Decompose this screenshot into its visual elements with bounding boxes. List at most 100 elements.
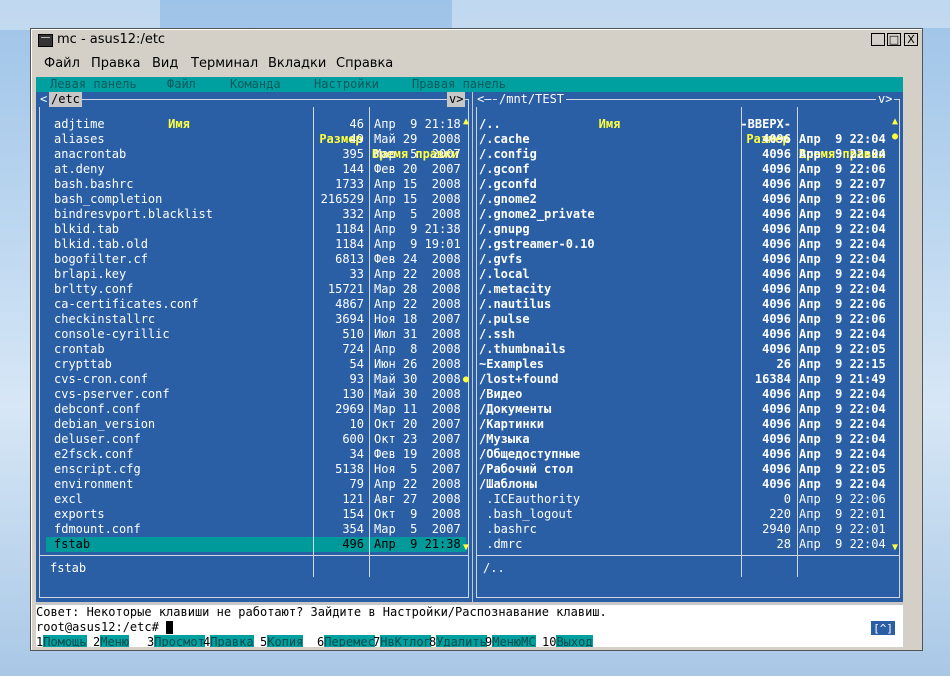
file-row[interactable]: brlapi.key 33 Апр 22 2008 bbox=[46, 267, 466, 282]
file-row[interactable]: at.deny 144 Фев 20 2007 bbox=[46, 162, 466, 177]
file-size: 3694 bbox=[335, 312, 364, 326]
file-row[interactable]: fdmount.conf 354 Мар 5 2007 bbox=[46, 522, 466, 537]
file-row[interactable]: /.nautilus 4096 Апр 9 22:06 bbox=[477, 297, 892, 312]
fkey-label: Выход bbox=[556, 635, 593, 647]
file-row[interactable]: /.gnome2 4096 Апр 9 22:06 bbox=[477, 192, 892, 207]
file-row[interactable]: /.thumbnails 4096 Апр 9 22:05 bbox=[477, 342, 892, 357]
file-row[interactable]: /Картинки 4096 Апр 9 22:04 bbox=[477, 417, 892, 432]
menu-file[interactable]: Файл bbox=[44, 56, 80, 71]
file-row[interactable]: .bashrc 2940 Апр 9 22:01 bbox=[477, 522, 892, 537]
file-row[interactable]: .dmrc 28 Апр 9 22:04 bbox=[477, 537, 892, 552]
file-row[interactable]: fstab 496 Апр 9 21:38 bbox=[46, 537, 466, 552]
file-row[interactable]: ~Examples 26 Апр 9 22:15 bbox=[477, 357, 892, 372]
file-row[interactable]: /Шаблоны 4096 Апр 9 22:04 bbox=[477, 477, 892, 492]
file-row[interactable]: adjtime 46 Апр 9 21:18 bbox=[46, 117, 466, 132]
file-row[interactable]: /lost+found 16384 Апр 9 21:49 bbox=[477, 372, 892, 387]
fkey-8-button[interactable]: 8Удалить bbox=[429, 635, 487, 647]
file-row[interactable]: exports 154 Окт 9 2008 bbox=[46, 507, 466, 522]
file-row[interactable]: cvs-cron.conf 93 Май 30 2008 bbox=[46, 372, 466, 387]
minimize-button[interactable]: _ bbox=[871, 33, 885, 46]
right-panel[interactable]: <— /mnt/TEST v> Имя Размер Время правки … bbox=[473, 92, 903, 602]
file-row[interactable]: console-cyrillic 510 Июл 31 2008 bbox=[46, 327, 466, 342]
command-history-button[interactable]: [^] bbox=[871, 621, 895, 636]
mc-menu-options[interactable]: Настройки bbox=[314, 77, 379, 92]
file-row[interactable]: /.gnome2_private 4096 Апр 9 22:04 bbox=[477, 207, 892, 222]
fkey-7-button[interactable]: 7НвКтлог bbox=[373, 635, 431, 647]
file-row[interactable]: anacrontab 395 Мар 5 2007 bbox=[46, 147, 466, 162]
file-row[interactable]: /Музыка 4096 Апр 9 22:04 bbox=[477, 432, 892, 447]
scroll-up-arrow-icon[interactable]: ▲ bbox=[463, 114, 471, 129]
file-row[interactable]: /Общедоступные 4096 Апр 9 22:04 bbox=[477, 447, 892, 462]
file-row[interactable]: ca-certificates.conf 4867 Апр 22 2008 bbox=[46, 297, 466, 312]
file-row[interactable]: blkid.tab 1184 Апр 9 21:38 bbox=[46, 222, 466, 237]
file-row[interactable]: deluser.conf 600 Окт 23 2007 bbox=[46, 432, 466, 447]
file-row[interactable]: /.config 4096 Апр 9 22:04 bbox=[477, 147, 892, 162]
file-row[interactable]: bash.bashrc 1733 Апр 15 2008 bbox=[46, 177, 466, 192]
menu-tabs[interactable]: Вкладки bbox=[268, 56, 326, 71]
file-row[interactable]: /.gvfs 4096 Апр 9 22:04 bbox=[477, 252, 892, 267]
file-row[interactable]: excl 121 Авг 27 2008 bbox=[46, 492, 466, 507]
file-row[interactable]: /.metacity 4096 Апр 9 22:04 bbox=[477, 282, 892, 297]
scroll-up-arrow-icon[interactable]: ▲ bbox=[892, 114, 900, 129]
file-row[interactable]: /.local 4096 Апр 9 22:04 bbox=[477, 267, 892, 282]
menu-terminal[interactable]: Терминал bbox=[191, 56, 258, 71]
scroll-down-arrow-icon[interactable]: ▼ bbox=[463, 540, 471, 555]
file-row[interactable]: aliases 49 Май 29 2008 bbox=[46, 132, 466, 147]
file-row[interactable]: /.. -ВВЕРХ- bbox=[477, 117, 892, 132]
mc-menu-left-panel[interactable]: Левая панель bbox=[50, 77, 137, 92]
file-row[interactable]: /Видео 4096 Апр 9 22:04 bbox=[477, 387, 892, 402]
file-size: 154 bbox=[342, 507, 364, 521]
menu-help[interactable]: Справка bbox=[336, 56, 393, 71]
fkey-1-button[interactable]: 1Помощь bbox=[36, 635, 87, 647]
file-row[interactable]: environment 79 Апр 22 2008 bbox=[46, 477, 466, 492]
file-row[interactable]: .ICEauthority 0 Апр 9 22:06 bbox=[477, 492, 892, 507]
mc-menu-right-panel[interactable]: Правая панель bbox=[412, 77, 506, 92]
file-name: /Музыка bbox=[479, 432, 530, 446]
fkey-9-button[interactable]: 9МенюМС bbox=[485, 635, 536, 647]
command-line[interactable]: root@asus12:/etc# [^] bbox=[36, 620, 903, 636]
scroll-thumb-icon[interactable]: ● bbox=[892, 129, 900, 144]
file-row[interactable]: e2fsck.conf 34 Фев 19 2008 bbox=[46, 447, 466, 462]
file-row[interactable]: /.gnupg 4096 Апр 9 22:04 bbox=[477, 222, 892, 237]
file-size: 4096 bbox=[762, 312, 791, 326]
mc-menu-file[interactable]: Файл bbox=[167, 77, 196, 92]
fkey-10-button[interactable]: 10Выход bbox=[542, 635, 593, 647]
file-row[interactable]: checkinstallrc 3694 Ноя 18 2007 bbox=[46, 312, 466, 327]
file-row[interactable]: /.ssh 4096 Апр 9 22:04 bbox=[477, 327, 892, 342]
file-row[interactable]: crypttab 54 Июн 26 2008 bbox=[46, 357, 466, 372]
fkey-2-button[interactable]: 2Меню bbox=[93, 635, 130, 647]
fkey-5-button[interactable]: 5Копия bbox=[260, 635, 304, 647]
file-row[interactable]: /Документы 4096 Апр 9 22:04 bbox=[477, 402, 892, 417]
file-row[interactable]: /.pulse 4096 Апр 9 22:06 bbox=[477, 312, 892, 327]
file-row[interactable]: /.gconfd 4096 Апр 9 22:07 bbox=[477, 177, 892, 192]
title-bar[interactable]: mc - asus12:/etc _ □ X bbox=[32, 30, 921, 50]
left-panel[interactable]: < /etc v> Имя Размер Время правки adjtim… bbox=[36, 92, 472, 602]
menu-view[interactable]: Вид bbox=[152, 56, 178, 71]
file-row[interactable]: /.gstreamer-0.10 4096 Апр 9 22:04 bbox=[477, 237, 892, 252]
file-row[interactable]: cvs-pserver.conf 130 Май 30 2008 bbox=[46, 387, 466, 402]
terminal-area[interactable]: Левая панель Файл Команда Настройки Прав… bbox=[36, 77, 903, 647]
scroll-thumb-icon[interactable]: ● bbox=[463, 372, 471, 387]
file-modified-time: Апр 22 2008 bbox=[374, 477, 461, 491]
fkey-6-button[interactable]: 6Перемес bbox=[317, 635, 375, 647]
fkey-3-button[interactable]: 3Просмот bbox=[147, 635, 205, 647]
file-row[interactable]: bindresvport.blacklist 332 Апр 5 2008 bbox=[46, 207, 466, 222]
file-row[interactable]: blkid.tab.old 1184 Апр 9 19:01 bbox=[46, 237, 466, 252]
fkey-4-button[interactable]: 4Правка bbox=[203, 635, 254, 647]
file-row[interactable]: /Рабочий стол 4096 Апр 9 22:05 bbox=[477, 462, 892, 477]
file-row[interactable]: enscript.cfg 5138 Ноя 5 2007 bbox=[46, 462, 466, 477]
file-row[interactable]: debian_version 10 Окт 20 2007 bbox=[46, 417, 466, 432]
file-row[interactable]: /.cache 4096 Апр 9 22:04 bbox=[477, 132, 892, 147]
file-row[interactable]: bash_completion 216529 Апр 15 2008 bbox=[46, 192, 466, 207]
menu-edit[interactable]: Правка bbox=[91, 56, 140, 71]
scroll-down-arrow-icon[interactable]: ▼ bbox=[892, 540, 900, 555]
mc-menu-command[interactable]: Команда bbox=[230, 77, 281, 92]
file-row[interactable]: /.gconf 4096 Апр 9 22:06 bbox=[477, 162, 892, 177]
file-row[interactable]: .bash_logout 220 Апр 9 22:01 bbox=[477, 507, 892, 522]
file-row[interactable]: debconf.conf 2969 Мар 11 2008 bbox=[46, 402, 466, 417]
file-row[interactable]: brltty.conf 15721 Мар 28 2008 bbox=[46, 282, 466, 297]
file-row[interactable]: crontab 724 Апр 8 2008 bbox=[46, 342, 466, 357]
file-row[interactable]: bogofilter.cf 6813 Фев 24 2008 bbox=[46, 252, 466, 267]
close-button[interactable]: X bbox=[904, 33, 918, 46]
maximize-button[interactable]: □ bbox=[887, 33, 901, 46]
